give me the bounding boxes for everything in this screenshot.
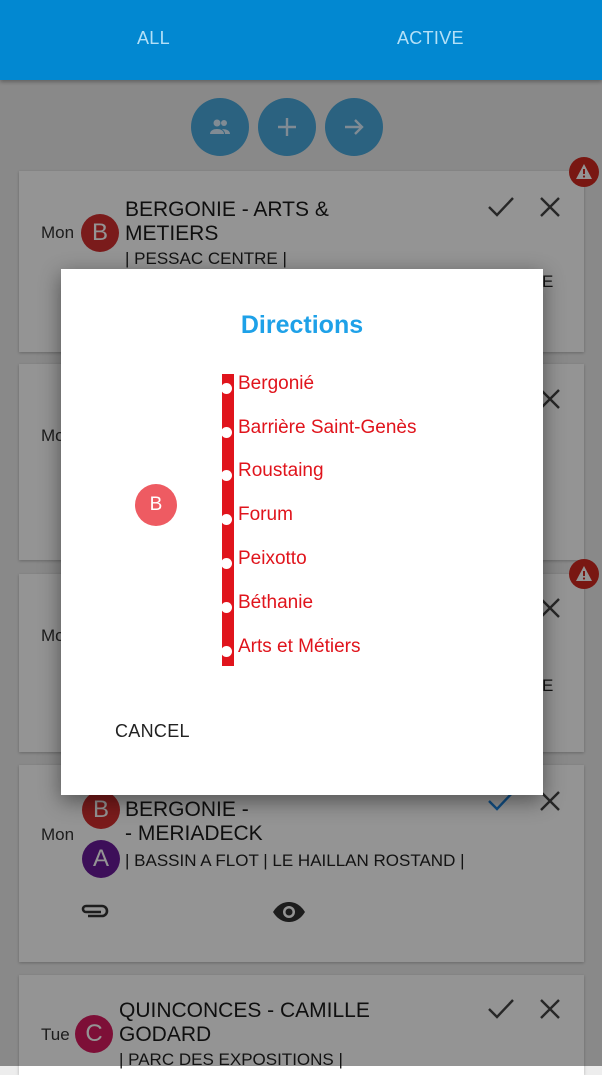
stop-label[interactable]: Arts et Métiers [238,636,360,658]
dialog-title: Directions [240,311,364,339]
stop-label[interactable]: Barrière Saint-Genès [238,417,416,439]
cancel-button[interactable]: CANCEL [115,721,190,742]
tab-active[interactable]: ACTIVE [397,28,464,49]
stop-dot [221,383,232,394]
stop-label[interactable]: Béthanie [238,592,313,614]
line-badge: B [135,484,177,526]
top-app-bar: ALL ACTIVE [0,0,602,80]
stop-dot [221,427,232,438]
stop-label[interactable]: Bergonié [238,373,314,395]
stop-label[interactable]: Forum [238,504,293,526]
stop-dot [221,646,232,657]
stop-dot [221,602,232,613]
stop-dot [221,470,232,481]
directions-dialog: Directions B Bergonié Barrière Saint-Gen… [61,269,543,795]
stop-label[interactable]: Peixotto [238,548,307,570]
stop-dot [221,558,232,569]
stop-dot [221,514,232,525]
tab-all[interactable]: ALL [137,28,170,49]
stop-label[interactable]: Roustaing [238,460,324,482]
